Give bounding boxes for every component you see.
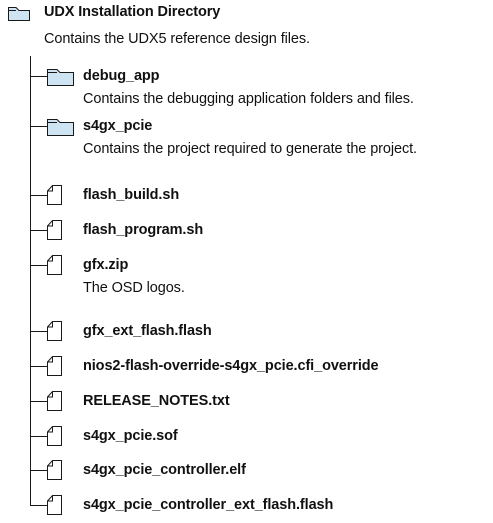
root-folder-icon — [8, 6, 30, 26]
file-icon — [46, 460, 62, 485]
root-folder-name: UDX Installation Directory — [44, 4, 221, 20]
file-icon — [46, 426, 62, 451]
file-name: gfx_ext_flash.flash — [83, 323, 212, 339]
file-name: RELEASE_NOTES.txt — [83, 393, 230, 409]
tree-branch-line — [30, 76, 47, 77]
file-name: gfx.zip — [83, 257, 129, 273]
file-icon — [46, 495, 62, 520]
file-icon — [46, 220, 62, 245]
file-icon — [46, 391, 62, 416]
folder-description: Contains the debugging application folde… — [83, 91, 414, 107]
file-icon — [46, 356, 62, 381]
tree-branch-line — [30, 126, 47, 127]
file-icon — [46, 185, 62, 210]
file-description: The OSD logos. — [83, 280, 185, 296]
folder-icon — [47, 68, 74, 91]
file-icon — [46, 255, 62, 280]
root-folder-description: Contains the UDX5 reference design files… — [44, 31, 310, 47]
file-name: s4gx_pcie_controller.elf — [83, 462, 246, 478]
file-icon — [46, 321, 62, 346]
file-name: nios2-flash-override-s4gx_pcie.cfi_overr… — [83, 358, 379, 374]
file-name: flash_build.sh — [83, 187, 180, 203]
file-name: s4gx_pcie_controller_ext_flash.flash — [83, 497, 334, 513]
folder-name: debug_app — [83, 68, 160, 84]
file-name: flash_program.sh — [83, 222, 204, 238]
folder-icon — [47, 118, 74, 141]
folder-description: Contains the project required to generat… — [83, 141, 417, 157]
folder-name: s4gx_pcie — [83, 118, 153, 134]
tree-trunk-line — [30, 56, 31, 506]
file-name: s4gx_pcie.sof — [83, 428, 178, 444]
directory-tree: UDX Installation Directory Contains the … — [0, 0, 493, 523]
